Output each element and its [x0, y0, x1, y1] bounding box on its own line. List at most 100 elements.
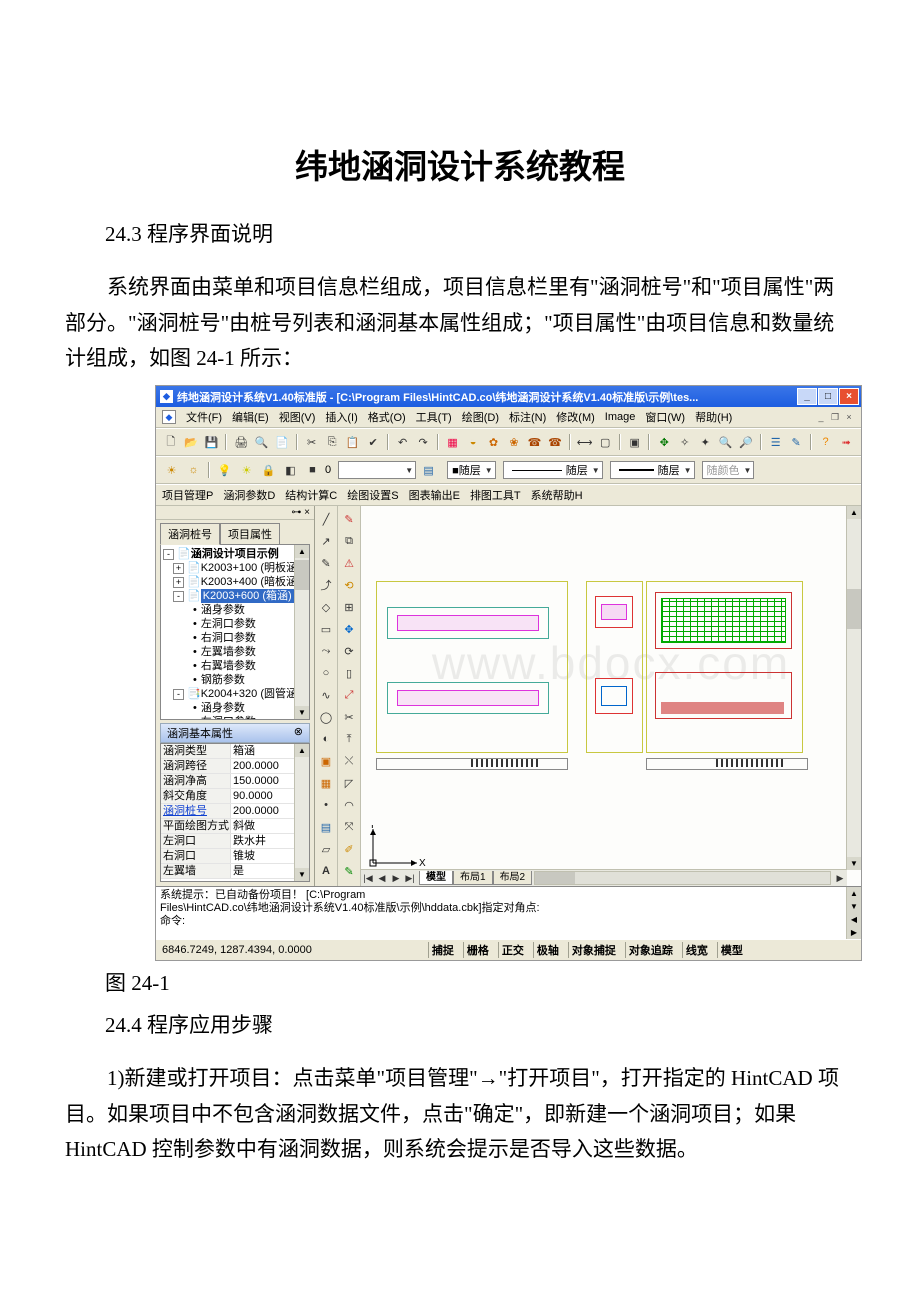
layer-icon-5[interactable]: 🔒	[259, 461, 278, 480]
toggle-snap[interactable]: 捕捉	[428, 942, 457, 958]
maximize-button[interactable]: □	[818, 388, 838, 405]
zoom-icon-1[interactable]: ✥	[655, 433, 672, 452]
layout-tab-model[interactable]: 模型	[419, 871, 453, 885]
layers-icon[interactable]: ☰	[767, 433, 784, 452]
extend-icon[interactable]: ⤒	[340, 730, 358, 748]
region-icon[interactable]: ▱	[317, 840, 335, 858]
tool-icon-4[interactable]: ❀	[505, 433, 522, 452]
tool-icon-3[interactable]: ✿	[485, 433, 502, 452]
close-button[interactable]: ×	[839, 388, 859, 405]
tree-scrollbar[interactable]: ▲▼	[294, 545, 309, 719]
menu-chart-output[interactable]: 图表输出E	[409, 487, 460, 503]
drawing-viewport[interactable]: www.bdocx.com	[361, 506, 861, 886]
print-icon[interactable]: 🖨	[232, 433, 249, 452]
chamfer-icon[interactable]: ◸	[340, 774, 358, 792]
layout-tab-1[interactable]: 布局1	[453, 871, 493, 885]
erase-icon[interactable]: ✎	[340, 510, 358, 528]
pline-icon[interactable]: ✎	[317, 554, 335, 572]
block2-icon[interactable]: ▦	[317, 774, 335, 792]
panel-close-icon[interactable]: ⊶ ×	[156, 506, 314, 520]
prop-icon[interactable]: ✎	[787, 433, 804, 452]
area-icon[interactable]: ▢	[597, 433, 614, 452]
mdi-restore-icon[interactable]: ❐	[829, 412, 841, 422]
copy2-icon[interactable]: ⧉	[340, 532, 358, 550]
viewport-vscroll[interactable]: ▲▼	[846, 506, 861, 870]
menu-window[interactable]: 窗口(W)	[645, 409, 685, 425]
hatch-icon[interactable]: ▤	[317, 818, 335, 836]
polygon-icon[interactable]: ◇	[317, 598, 335, 616]
fillet-icon[interactable]: ◠	[340, 796, 358, 814]
tab-last-icon[interactable]: ▶|	[403, 871, 417, 885]
text-icon[interactable]: A	[317, 862, 335, 880]
dist-icon[interactable]: ⟷	[576, 433, 594, 452]
new-icon[interactable]: 🗋	[162, 433, 179, 452]
plot-icon[interactable]: 📄	[273, 433, 290, 452]
minimize-button[interactable]: _	[797, 388, 817, 405]
layer-icon-4[interactable]: ☀	[237, 461, 256, 480]
matchprop-icon[interactable]: ✔	[364, 433, 381, 452]
stretch-icon[interactable]: ⤢	[340, 686, 358, 704]
culvert-tree[interactable]: -📄 涵洞设计项目示例 +📄 K2003+100 (明板涵) +📄 K2003+…	[160, 544, 310, 720]
cut-icon[interactable]: ✂	[303, 433, 320, 452]
hscroll-right-icon[interactable]: ▶	[833, 871, 847, 885]
menu-draw-settings[interactable]: 绘图设置S	[347, 487, 398, 503]
viewport-hscroll[interactable]	[534, 871, 831, 885]
tool-icon-5[interactable]: ☎	[526, 433, 543, 452]
open-icon[interactable]: 📂	[182, 433, 199, 452]
paste-icon[interactable]: 📋	[344, 433, 361, 452]
mdi-min-icon[interactable]: _	[815, 412, 827, 422]
arc-icon[interactable]: ⤴	[317, 576, 335, 594]
break-icon[interactable]: ⤬	[340, 752, 358, 770]
menu-struct-calc[interactable]: 结构计算C	[285, 487, 337, 503]
toggle-lwt[interactable]: 线宽	[682, 942, 711, 958]
pedit-icon[interactable]: ✎	[340, 862, 358, 880]
line-icon[interactable]: ╱	[317, 510, 335, 528]
layer-mgr-icon[interactable]: ▤	[419, 461, 438, 480]
tool-icon-2[interactable]: ◒	[464, 433, 481, 452]
menu-layout-tools[interactable]: 排图工具T	[470, 487, 521, 503]
tab-first-icon[interactable]: |◀	[361, 871, 375, 885]
point-icon[interactable]: •	[317, 796, 335, 814]
mdi-close-icon[interactable]: ×	[843, 412, 855, 422]
tab-project-props[interactable]: 项目属性	[220, 523, 280, 545]
ellipse2-icon[interactable]: ◯	[317, 708, 335, 726]
block-icon[interactable]: ▣	[626, 433, 643, 452]
undo-icon[interactable]: ↶	[394, 433, 411, 452]
tab-culvert-station[interactable]: 涵洞桩号	[160, 523, 220, 545]
layer-icon-6[interactable]: ◧	[281, 461, 300, 480]
menu-format[interactable]: 格式(O)	[368, 409, 406, 425]
linetype-dropdown[interactable]: 随层▼	[503, 461, 603, 479]
copy-icon[interactable]: ⎘	[323, 433, 340, 452]
toggle-polar[interactable]: 极轴	[533, 942, 562, 958]
redo-icon[interactable]: ↷	[414, 433, 431, 452]
menu-insert[interactable]: 插入(I)	[325, 409, 357, 425]
layer-icon-7[interactable]: ■	[303, 461, 322, 480]
save-icon[interactable]: 💾	[203, 433, 220, 452]
help-icon[interactable]: ?	[817, 433, 834, 452]
menu-project[interactable]: 项目管理P	[162, 487, 213, 503]
menu-view[interactable]: 视图(V)	[279, 409, 316, 425]
layer-icon-2[interactable]: ☼	[184, 461, 203, 480]
menu-dim[interactable]: 标注(N)	[509, 409, 546, 425]
preview-icon[interactable]: 🔍	[253, 433, 270, 452]
trim-icon[interactable]: ✂	[340, 708, 358, 726]
exit-icon[interactable]: ➟	[837, 433, 854, 452]
menu-draw[interactable]: 绘图(D)	[462, 409, 499, 425]
insert-icon[interactable]: ▣	[317, 752, 335, 770]
tool-icon-6[interactable]: ☎	[546, 433, 563, 452]
toggle-ortho[interactable]: 正交	[498, 942, 527, 958]
rect-icon[interactable]: ▭	[317, 620, 335, 638]
layer-dropdown[interactable]: ▼	[338, 461, 416, 479]
menu-tools[interactable]: 工具(T)	[416, 409, 452, 425]
spline-icon[interactable]: ⤳	[317, 642, 335, 660]
plotstyle-dropdown[interactable]: 随颜色▼	[702, 461, 755, 479]
zoom-icon-2[interactable]: ✧	[676, 433, 693, 452]
tool-icon-1[interactable]: ▦	[444, 433, 461, 452]
ray-icon[interactable]: ↗	[317, 532, 335, 550]
ellipse-icon[interactable]: ∿	[317, 686, 335, 704]
color-dropdown[interactable]: ■随层▼	[447, 461, 496, 479]
toggle-osnap[interactable]: 对象捕捉	[568, 942, 619, 958]
layer-icon-3[interactable]: 💡	[215, 461, 234, 480]
array-icon[interactable]: ⊞	[340, 598, 358, 616]
command-scrollbar[interactable]: ▲▼ ◀▶	[846, 887, 861, 939]
